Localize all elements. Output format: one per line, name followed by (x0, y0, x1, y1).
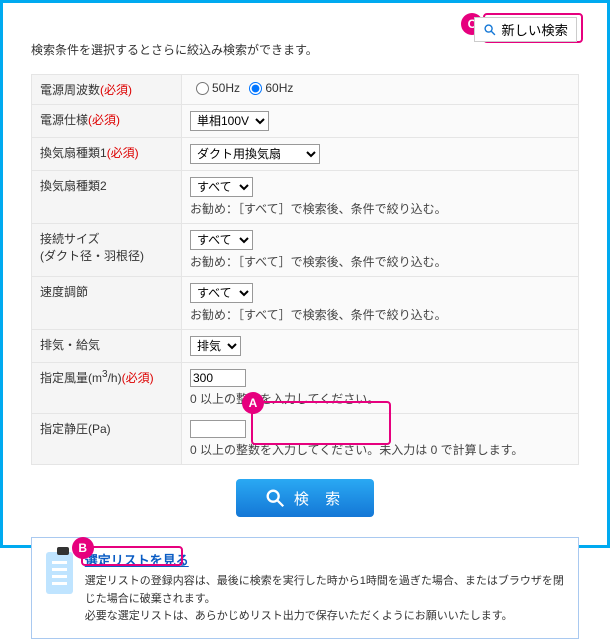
vent-label: 排気・給気 (40, 338, 100, 352)
freq-60hz[interactable]: 60Hz (243, 81, 293, 95)
type1-label: 換気扇種類1 (40, 146, 107, 160)
new-search-label: 新しい検索 (501, 20, 568, 39)
speed-label: 速度調節 (40, 285, 88, 299)
clipboard-icon (46, 552, 73, 594)
info-line1: 選定リストの登録内容は、最後に検索を実行した時から1時間を過ぎた場合、またはブラ… (85, 573, 564, 608)
search-icon (264, 487, 286, 509)
badge-a: A (242, 392, 264, 414)
app-frame: C 新しい検索 検索条件を選択するとさらに絞込み検索ができます。 電源周波数(必… (0, 0, 610, 548)
annotation-a: A (251, 401, 391, 445)
spec-select[interactable]: 単相100V (190, 111, 269, 131)
press-label: 指定静圧(Pa) (40, 422, 111, 436)
row-type2: 換気扇種類2 すべて お勧め：［すべて］で検索後、条件で絞り込む。 (32, 171, 579, 224)
annotation-b: B (81, 546, 183, 566)
type1-select[interactable]: ダクト用換気扇 (190, 144, 320, 164)
search-button-label: 検 索 (294, 488, 346, 509)
vent-select[interactable]: 排気 (190, 336, 241, 356)
air-label-pre: 指定風量(m (40, 371, 102, 385)
freq-50hz[interactable]: 50Hz (190, 81, 240, 95)
required-mark: (必須) (100, 83, 132, 97)
speed-hint: お勧め：［すべて］で検索後、条件で絞り込む。 (190, 306, 570, 323)
row-vent: 排気・給気 排気 (32, 330, 579, 363)
info-box: B 選定リストを見る 選定リストの登録内容は、最後に検索を実行した時から1時間を… (31, 537, 579, 639)
conn-hint: お勧め：［すべて］で検索後、条件で絞り込む。 (190, 253, 570, 270)
search-button[interactable]: 検 索 (236, 479, 374, 517)
row-conn: 接続サイズ (ダクト径・羽根径) すべて お勧め：［すべて］で検索後、条件で絞り込… (32, 224, 579, 277)
type2-select[interactable]: すべて (190, 177, 253, 197)
row-frequency: 電源周波数(必須) 50Hz 60Hz (32, 75, 579, 105)
conn-label2: (ダクト径・羽根径) (40, 249, 144, 263)
search-icon (483, 23, 497, 37)
press-input[interactable] (190, 420, 246, 438)
row-speed: 速度調節 すべて お勧め：［すべて］で検索後、条件で絞り込む。 (32, 277, 579, 330)
row-spec: 電源仕様(必須) 単相100V (32, 105, 579, 138)
freq-label: 電源周波数 (40, 83, 100, 97)
intro-text: 検索条件を選択するとさらに絞込み検索ができます。 (31, 41, 579, 58)
badge-b: B (72, 537, 94, 559)
conn-select[interactable]: すべて (190, 230, 253, 250)
air-input[interactable] (190, 369, 246, 387)
search-button-wrap: A 検 索 (31, 479, 579, 517)
row-type1: 換気扇種類1(必須) ダクト用換気扇 (32, 138, 579, 171)
conn-label: 接続サイズ (40, 232, 100, 246)
speed-select[interactable]: すべて (190, 283, 253, 303)
new-search-button[interactable]: 新しい検索 (474, 17, 577, 42)
type2-label: 換気扇種類2 (40, 179, 107, 193)
type2-hint: お勧め：［すべて］で検索後、条件で絞り込む。 (190, 200, 570, 217)
info-line2: 必要な選定リストは、あらかじめリスト出力で保存いただくようにお願いいたします。 (85, 608, 564, 626)
spec-label: 電源仕様 (40, 113, 88, 127)
